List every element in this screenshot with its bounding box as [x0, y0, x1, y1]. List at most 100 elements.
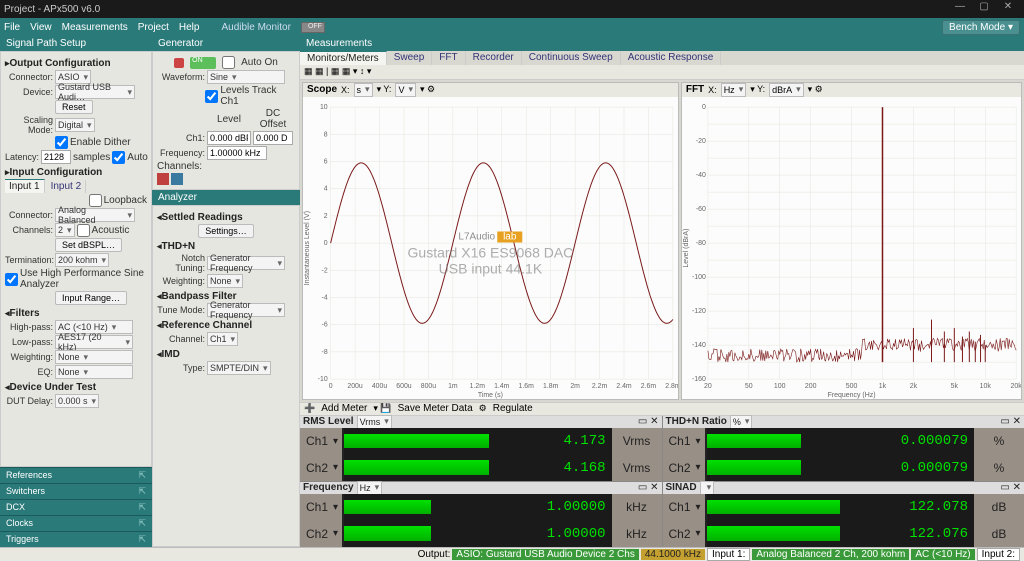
meter-unit: dB — [974, 494, 1024, 521]
hp-analyzer-check[interactable] — [5, 273, 18, 286]
svg-text:600u: 600u — [396, 383, 411, 390]
freq-input[interactable] — [207, 146, 267, 160]
meter-unit-select[interactable]: % — [730, 415, 753, 429]
meter-unit-select[interactable]: Hz — [357, 481, 383, 495]
svg-text:2.2m: 2.2m — [592, 383, 608, 390]
connector2-select[interactable]: Analog Balanced — [55, 208, 135, 222]
svg-text:50: 50 — [745, 383, 753, 390]
menu-help[interactable]: Help — [179, 22, 200, 33]
measurement-tabs: Monitors/Meters Sweep FFT Recorder Conti… — [300, 51, 1024, 65]
dut-header[interactable]: ◂ Device Under Test — [5, 382, 147, 393]
input-range-button[interactable]: Input Range… — [55, 291, 127, 305]
auto-on-check[interactable] — [222, 56, 235, 69]
ref-select[interactable]: Ch1 — [207, 332, 238, 346]
scope-xunit[interactable]: s — [354, 83, 373, 97]
meter-unit: Vrms — [612, 428, 662, 455]
svg-text:-40: -40 — [696, 172, 706, 179]
output-config-header[interactable]: ▸ Output Configuration — [5, 58, 147, 69]
imd-select[interactable]: SMPTE/DIN — [207, 361, 271, 375]
waveform-select[interactable]: Sine — [207, 70, 285, 84]
track-check[interactable] — [205, 90, 218, 103]
save-meter-button[interactable]: Save Meter Data — [398, 403, 473, 414]
meter-value: 122.078 — [864, 494, 974, 521]
set-dbspl-button[interactable]: Set dBSPL… — [55, 238, 122, 252]
mode-select[interactable]: Bench Mode ▾ — [942, 20, 1020, 35]
max-icon[interactable]: ▢ — [972, 1, 996, 17]
channels-select[interactable]: 2 — [55, 223, 75, 237]
weighting-select[interactable]: None — [55, 350, 133, 364]
tab-contsweep[interactable]: Continuous Sweep — [522, 51, 621, 65]
meter-value: 0.000079 — [864, 454, 974, 481]
svg-text:2m: 2m — [570, 383, 580, 390]
menu-file[interactable]: File — [4, 22, 20, 33]
reset-button[interactable]: Reset — [55, 100, 93, 114]
settings-button[interactable]: Settings… — [198, 224, 254, 238]
tab-acoustic[interactable]: Acoustic Response — [621, 51, 722, 65]
foot-output: ASIO: Gustard USB Audio Device 2 Chs — [452, 549, 638, 560]
audible-toggle[interactable]: OFF — [301, 22, 325, 33]
tab-sweep[interactable]: Sweep — [387, 51, 433, 65]
input1-tab[interactable]: Input 1 — [5, 179, 45, 193]
meter-unit: kHz — [612, 520, 662, 547]
ch2-icon[interactable] — [171, 173, 183, 185]
acc-references[interactable]: References — [0, 467, 152, 483]
menu-project[interactable]: Project — [138, 22, 169, 33]
ana-weight-select[interactable]: None — [207, 274, 243, 288]
meter-unit-select[interactable] — [700, 481, 715, 495]
tune-select[interactable]: Generator Frequency — [207, 303, 285, 317]
regulate-button[interactable]: Regulate — [493, 403, 533, 414]
meter-thd-n-ratio: THD+N Ratio % ▭ ✕Ch1▾0.000079%Ch2▾0.0000… — [663, 416, 1024, 481]
ch1-dc[interactable] — [253, 131, 293, 145]
acc-dcx[interactable]: DCX — [0, 499, 152, 515]
acc-triggers[interactable]: Triggers — [0, 531, 152, 547]
scope-chart: Scope X: s ▾ Y: V ▾ ⚙ 1086420-2-4-6-8-10… — [302, 82, 679, 400]
svg-text:Time (s): Time (s) — [478, 392, 503, 399]
min-icon[interactable]: — — [948, 1, 972, 17]
close-icon[interactable]: ✕ — [996, 1, 1020, 17]
gen-off-icon[interactable] — [174, 58, 184, 68]
tab-fft[interactable]: FFT — [432, 51, 465, 65]
lowpass-select[interactable]: AES17 (20 kHz) — [55, 335, 133, 349]
filters-header[interactable]: ◂ Filters — [5, 308, 147, 319]
meter-value: 4.168 — [502, 454, 612, 481]
latency-input[interactable] — [41, 150, 71, 164]
scope-yunit[interactable]: V — [395, 83, 416, 97]
input2-tab[interactable]: Input 2 — [47, 180, 87, 193]
dither-checkbox[interactable] — [55, 136, 68, 149]
svg-text:-160: -160 — [692, 376, 706, 383]
device-select[interactable]: Gustard USB Audi… — [55, 85, 135, 99]
meter-unit: % — [974, 454, 1024, 481]
acoustic-check[interactable] — [77, 224, 90, 237]
add-meter-button[interactable]: Add Meter — [321, 403, 367, 414]
meter-unit: % — [974, 428, 1024, 455]
acc-clocks[interactable]: Clocks — [0, 515, 152, 531]
svg-text:800u: 800u — [421, 383, 436, 390]
ch1-level[interactable] — [207, 131, 251, 145]
svg-text:-10: -10 — [318, 376, 328, 383]
meter-value: 0.000079 — [864, 428, 974, 455]
svg-text:8: 8 — [324, 131, 328, 138]
gen-toggle[interactable] — [190, 57, 216, 69]
menu-view[interactable]: View — [30, 22, 52, 33]
meter-unit-select[interactable]: Vrms — [357, 415, 392, 429]
eq-select[interactable]: None — [55, 365, 133, 379]
termination-select[interactable]: 200 kohm — [55, 253, 109, 267]
dut-delay[interactable]: 0.000 s — [55, 394, 99, 408]
latency-auto[interactable] — [112, 151, 125, 164]
tab-recorder[interactable]: Recorder — [466, 51, 522, 65]
acc-switchers[interactable]: Switchers — [0, 483, 152, 499]
meter-ch-label: Ch1▾ — [300, 494, 344, 521]
fft-yunit[interactable]: dBrA — [769, 83, 804, 97]
scaling-select[interactable]: Digital — [55, 118, 95, 132]
svg-text:-4: -4 — [322, 294, 328, 301]
svg-text:20: 20 — [704, 383, 712, 390]
svg-text:2k: 2k — [910, 383, 918, 390]
menu-measurements[interactable]: Measurements — [62, 22, 128, 33]
input-config-header[interactable]: ▸ Input Configuration — [5, 167, 147, 178]
notch-select[interactable]: Generator Frequency — [207, 256, 285, 270]
ch-icon[interactable] — [157, 173, 169, 185]
tab-monitors[interactable]: Monitors/Meters — [300, 51, 387, 65]
meter-unit: dB — [974, 520, 1024, 547]
fft-xunit[interactable]: Hz — [721, 83, 747, 97]
analyzer-header: Analyzer — [152, 190, 300, 205]
